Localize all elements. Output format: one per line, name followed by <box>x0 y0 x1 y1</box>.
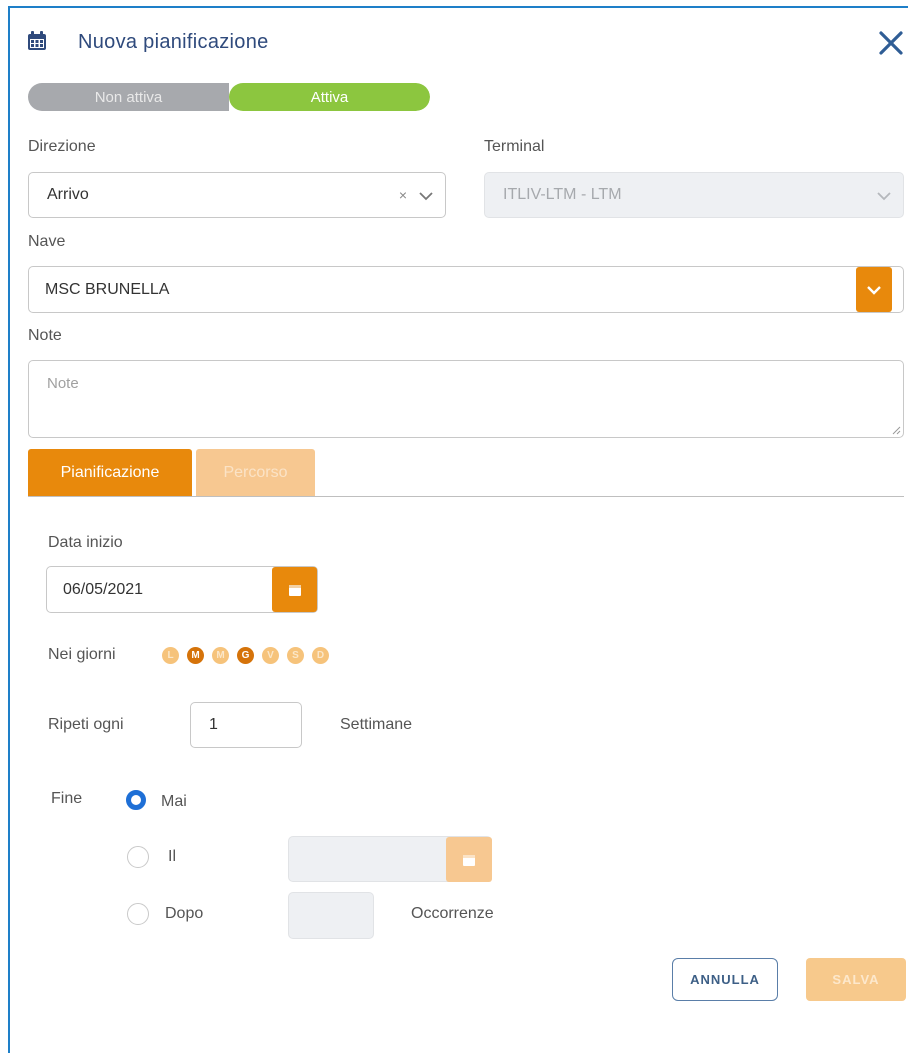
toggle-option-active[interactable]: Attiva <box>229 83 430 111</box>
calendar-icon <box>28 31 46 50</box>
day-toggle-venerdi[interactable]: V <box>262 647 279 664</box>
dialog-title: Nuova pianificazione <box>78 31 269 53</box>
end-date-calendar-button <box>446 837 492 882</box>
calendar-icon <box>288 584 301 596</box>
occurrences-input <box>288 892 374 939</box>
data-inizio-label: Data inizio <box>48 534 123 551</box>
fine-label: Fine <box>51 790 83 807</box>
direzione-label: Direzione <box>28 138 96 155</box>
nave-value: MSC BRUNELLA <box>45 280 170 298</box>
note-placeholder: Note <box>47 375 79 392</box>
tab-percorso[interactable]: Percorso <box>196 449 315 496</box>
tabs-divider <box>28 496 904 497</box>
data-inizio-value: 06/05/2021 <box>63 580 144 598</box>
toggle-option-inactive[interactable]: Non attiva <box>28 83 229 111</box>
day-selector: L M M G V S D <box>162 647 329 664</box>
radio-end-on-date[interactable] <box>127 846 149 868</box>
nave-label: Nave <box>28 233 66 250</box>
status-toggle[interactable]: Non attiva Attiva <box>28 83 430 111</box>
radio-end-never[interactable] <box>126 790 146 810</box>
dialog <box>8 6 908 1053</box>
dopo-label: Dopo <box>165 905 204 922</box>
direzione-value: Arrivo <box>47 186 89 203</box>
day-toggle-domenica[interactable]: D <box>312 647 329 664</box>
chevron-down-icon <box>877 192 891 201</box>
chevron-down-icon[interactable] <box>417 187 435 205</box>
ripeti-ogni-label: Ripeti ogni <box>48 716 124 733</box>
save-button[interactable]: SALVA <box>806 958 906 1001</box>
close-icon[interactable] <box>876 28 906 58</box>
repeat-interval-value: 1 <box>209 716 218 733</box>
day-toggle-giovedi[interactable]: G <box>237 647 254 664</box>
clear-icon[interactable]: × <box>399 187 407 203</box>
note-textarea[interactable]: Note <box>28 360 904 438</box>
terminal-value: ITLIV-LTM - LTM <box>503 186 622 203</box>
occorrenze-label: Occorrenze <box>411 905 494 922</box>
note-label: Note <box>28 327 62 344</box>
nei-giorni-label: Nei giorni <box>48 646 116 663</box>
il-label: Il <box>168 848 176 865</box>
nave-select[interactable]: MSC BRUNELLA <box>28 266 904 313</box>
resize-handle-icon[interactable] <box>891 425 901 435</box>
cancel-button[interactable]: ANNULLA <box>672 958 778 1001</box>
terminal-select: ITLIV-LTM - LTM <box>484 172 904 218</box>
direzione-select[interactable]: Arrivo × <box>28 172 446 218</box>
settimane-label: Settimane <box>340 716 413 733</box>
nave-dropdown-button[interactable] <box>856 267 892 312</box>
radio-end-after[interactable] <box>127 903 149 925</box>
tab-pianificazione[interactable]: Pianificazione <box>28 449 192 496</box>
terminal-label: Terminal <box>484 138 545 155</box>
day-toggle-mercoledi[interactable]: M <box>212 647 229 664</box>
day-toggle-sabato[interactable]: S <box>287 647 304 664</box>
day-toggle-lunedi[interactable]: L <box>162 647 179 664</box>
calendar-icon <box>463 854 475 866</box>
repeat-interval-input[interactable]: 1 <box>190 702 302 748</box>
chevron-down-icon <box>867 285 881 295</box>
data-inizio-calendar-button[interactable] <box>272 567 317 612</box>
mai-label: Mai <box>161 793 187 810</box>
day-toggle-martedi[interactable]: M <box>187 647 204 664</box>
